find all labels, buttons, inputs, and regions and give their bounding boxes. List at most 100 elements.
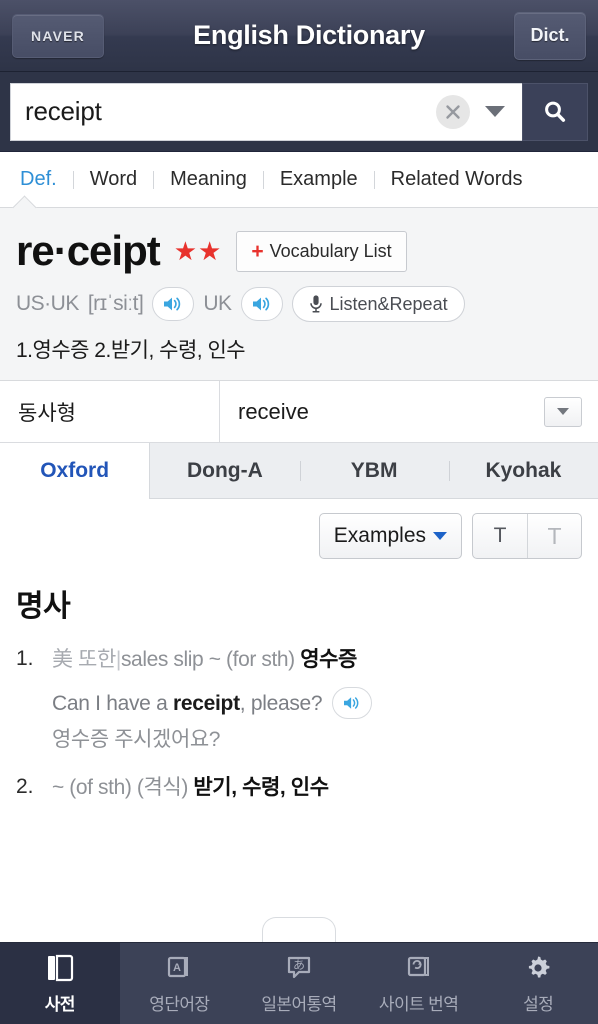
- svg-text:A: A: [173, 962, 181, 974]
- source-tab-ybm[interactable]: YBM: [299, 443, 449, 498]
- speaker-icon-example[interactable]: [332, 687, 373, 720]
- dictionary-source-tabs: Oxford Dong-A YBM Kyohak: [0, 443, 598, 499]
- sense-number: 1.: [16, 647, 34, 670]
- nav-item-site-translation[interactable]: 사이트 번역: [359, 943, 479, 1024]
- source-tab-label: Dong-A: [186, 458, 263, 482]
- nav-label: 설정: [523, 995, 554, 1014]
- verb-form-expand-button[interactable]: [544, 396, 582, 427]
- search-field[interactable]: receipt: [10, 82, 522, 141]
- tab-related-words[interactable]: Related Words: [381, 168, 533, 191]
- dictionary-mode-button[interactable]: Dict.: [514, 11, 586, 60]
- search-icon: [545, 101, 566, 122]
- example-text: Can I have a receipt, please?: [52, 691, 323, 715]
- nav-label: 영단어장: [149, 995, 210, 1014]
- source-tab-oxford[interactable]: Oxford: [0, 443, 151, 499]
- examples-filter-button[interactable]: Examples: [318, 513, 462, 559]
- tab-divider: [373, 170, 375, 189]
- search-input[interactable]: receipt: [25, 96, 436, 127]
- gear-icon: [523, 952, 553, 984]
- tab-word[interactable]: Word: [80, 168, 147, 191]
- example-sentence-ko: 영수증 주시겠어요?: [52, 728, 221, 752]
- part-of-speech-heading: 명사: [16, 590, 71, 623]
- nav-item-word-list[interactable]: A 영단어장: [120, 943, 240, 1024]
- svg-text:あ: あ: [293, 958, 305, 972]
- close-x-icon[interactable]: [436, 94, 470, 129]
- source-tab-label: Oxford: [40, 459, 110, 482]
- sense-gloss-line: ~ (of sth) (격식) 받기, 수령, 인수: [52, 773, 582, 803]
- app-header: NAVER English Dictionary Dict.: [0, 0, 598, 72]
- chevron-down-icon: [557, 408, 569, 415]
- sense-number: 2.: [16, 775, 34, 799]
- japanese-speech-bubble-icon: あ: [284, 952, 314, 984]
- sense-item: 1. 美 또한|sales slip ~ (for sth) 영수증 Can I…: [16, 645, 582, 753]
- phonetic-transcription: [rɪˈsiːt]: [87, 292, 144, 315]
- pronunciation-region-us-uk: US·UK: [16, 292, 79, 315]
- example-keyword: receipt: [173, 691, 240, 715]
- book-icon: [46, 952, 74, 984]
- naver-home-button[interactable]: NAVER: [12, 13, 104, 58]
- pronunciation-region-uk: UK: [203, 292, 232, 315]
- speaker-icon-us[interactable]: [152, 287, 195, 321]
- source-tab-kyohak[interactable]: Kyohak: [448, 443, 598, 498]
- short-definitions: 1.영수증 2.받기, 수령, 인수: [16, 339, 246, 362]
- tab-divider: [299, 461, 301, 481]
- sense-gloss-ko: 받기, 수령, 인수: [193, 776, 329, 800]
- sense-content: 美 또한|sales slip ~ (for sth) 영수증 Can I ha…: [52, 645, 582, 753]
- example-block: Can I have a receipt, please? 영수증 주시겠어요?: [52, 687, 582, 753]
- example-sentence-en: Can I have a receipt, please?: [52, 687, 582, 720]
- sense-gloss-en: ~ (of sth) (격식): [52, 776, 188, 800]
- verb-form-value[interactable]: receive: [220, 381, 544, 442]
- nav-item-dictionary[interactable]: 사전: [0, 943, 120, 1024]
- nav-label: 사이트 번역: [378, 995, 459, 1014]
- listen-and-repeat-button[interactable]: Listen&Repeat: [291, 286, 465, 322]
- tab-divider: [448, 461, 450, 481]
- listen-and-repeat-label: Listen&Repeat: [329, 293, 448, 314]
- headword-row: re·ceipt ★★ + Vocabulary List: [16, 230, 582, 272]
- sense-content: ~ (of sth) (격식) 받기, 수령, 인수: [52, 773, 582, 803]
- pronunciation-row: US·UK [rɪˈsiːt] UK Listen&Repeat: [16, 286, 582, 322]
- add-to-vocabulary-list-button[interactable]: + Vocabulary List: [236, 230, 407, 272]
- source-tab-label: Kyohak: [485, 458, 562, 482]
- definition-body: 명사 1. 美 또한|sales slip ~ (for sth) 영수증 Ca…: [0, 569, 598, 804]
- examples-button-label: Examples: [333, 524, 426, 547]
- nav-item-japanese-interpretation[interactable]: あ 일본어통역: [239, 943, 359, 1024]
- sense-gloss-line: 美 또한|sales slip ~ (for sth) 영수증: [52, 645, 582, 675]
- nav-label: 일본어통역: [261, 995, 337, 1014]
- search-button[interactable]: [522, 82, 588, 141]
- tab-meaning[interactable]: Meaning: [160, 168, 257, 191]
- naver-brand-label: NAVER: [31, 27, 85, 44]
- vocabulary-button-label: Vocabulary List: [269, 240, 392, 261]
- text-size-small-button[interactable]: T: [473, 514, 527, 558]
- verb-form-label: 동사형: [0, 381, 220, 442]
- difficulty-stars: ★★: [173, 236, 223, 266]
- sense-gloss-en: sales slip ~ (for sth): [120, 648, 295, 671]
- tab-example[interactable]: Example: [270, 168, 368, 191]
- text-size-large-button[interactable]: T: [527, 514, 581, 558]
- sense-usage-prefix: 美 또한: [52, 648, 116, 671]
- dictionary-mode-label: Dict.: [530, 25, 570, 45]
- chevron-down-icon[interactable]: [478, 90, 512, 134]
- verb-form-row: 동사형 receive: [0, 381, 598, 443]
- text-size-group: T T: [472, 513, 582, 559]
- tab-definition[interactable]: Def.: [10, 168, 67, 191]
- page-title: English Dictionary: [193, 20, 425, 50]
- translate-pages-icon: [404, 952, 434, 984]
- headword-panel: re·ceipt ★★ + Vocabulary List US·UK [rɪˈ…: [0, 207, 598, 381]
- microphone-icon: [309, 295, 322, 313]
- flashcard-a-icon: A: [164, 952, 194, 984]
- nav-item-settings[interactable]: 설정: [478, 943, 598, 1024]
- section-tab-bar: Def. Word Meaning Example Related Words: [0, 152, 598, 207]
- tab-divider: [153, 170, 155, 189]
- entry-content: re·ceipt ★★ + Vocabulary List US·UK [rɪˈ…: [0, 207, 598, 804]
- nav-label: 사전: [44, 995, 76, 1014]
- source-tab-dong-a[interactable]: Dong-A: [150, 443, 299, 498]
- source-tab-label: YBM: [350, 458, 398, 482]
- bottom-navigation-bar: 사전 A 영단어장 あ 일본어통역 사이트 번역 설정: [0, 942, 598, 1024]
- sense-gloss-ko: 영수증: [300, 648, 357, 671]
- scroll-to-top-handle[interactable]: [262, 917, 336, 943]
- content-controls: Examples T T: [0, 499, 598, 569]
- sense-item: 2. ~ (of sth) (격식) 받기, 수령, 인수: [16, 773, 582, 803]
- headword: re·ceipt: [16, 227, 161, 274]
- speaker-icon-uk[interactable]: [240, 287, 283, 321]
- tab-divider: [72, 170, 74, 189]
